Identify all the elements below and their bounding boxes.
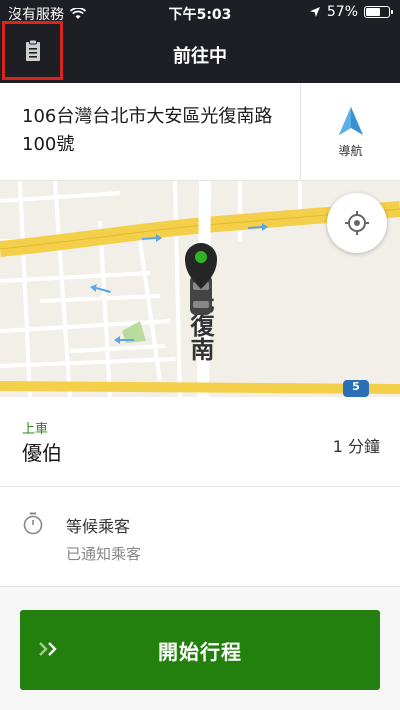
route-number: 5	[352, 380, 360, 393]
battery-fill	[366, 8, 380, 16]
double-chevron-right-icon	[39, 642, 57, 656]
status-right: 57%	[309, 4, 393, 20]
crosshair-icon	[345, 211, 369, 235]
bottom-action-area: 開始行程	[0, 587, 400, 710]
page-title: 前往中	[173, 46, 227, 67]
destination-address: 106台灣台北市大安區光復南路100號	[22, 106, 273, 155]
navigation-arrow-icon	[338, 106, 363, 135]
pickup-tag: 上車	[22, 422, 49, 437]
locate-me-button[interactable]	[327, 193, 387, 253]
waiting-subtitle: 已通知乘客	[66, 545, 142, 563]
navigate-label: 導航	[338, 143, 363, 158]
battery-percent: 57%	[326, 4, 358, 20]
pickup-row: 上車 優伯 1 分鐘	[0, 397, 400, 487]
pickup-eta: 1 分鐘	[332, 437, 380, 456]
stopwatch-icon	[22, 511, 44, 539]
start-trip-button[interactable]: 開始行程	[20, 610, 380, 690]
car-marker	[183, 239, 219, 323]
start-trip-label: 開始行程	[158, 639, 242, 664]
waiting-row: 等候乘客 已通知乘客	[0, 487, 400, 587]
rider-name: 優伯	[22, 441, 62, 465]
battery-icon	[364, 6, 393, 18]
navigate-button[interactable]: 導航	[300, 83, 400, 181]
waiting-title: 等候乘客	[66, 517, 131, 536]
top-bar: 沒有服務 下午5:03 57% 前往中	[0, 0, 400, 83]
destination-address-row: 106台灣台北市大安區光復南路100號 導航	[0, 83, 400, 181]
location-arrow-icon	[309, 7, 320, 17]
